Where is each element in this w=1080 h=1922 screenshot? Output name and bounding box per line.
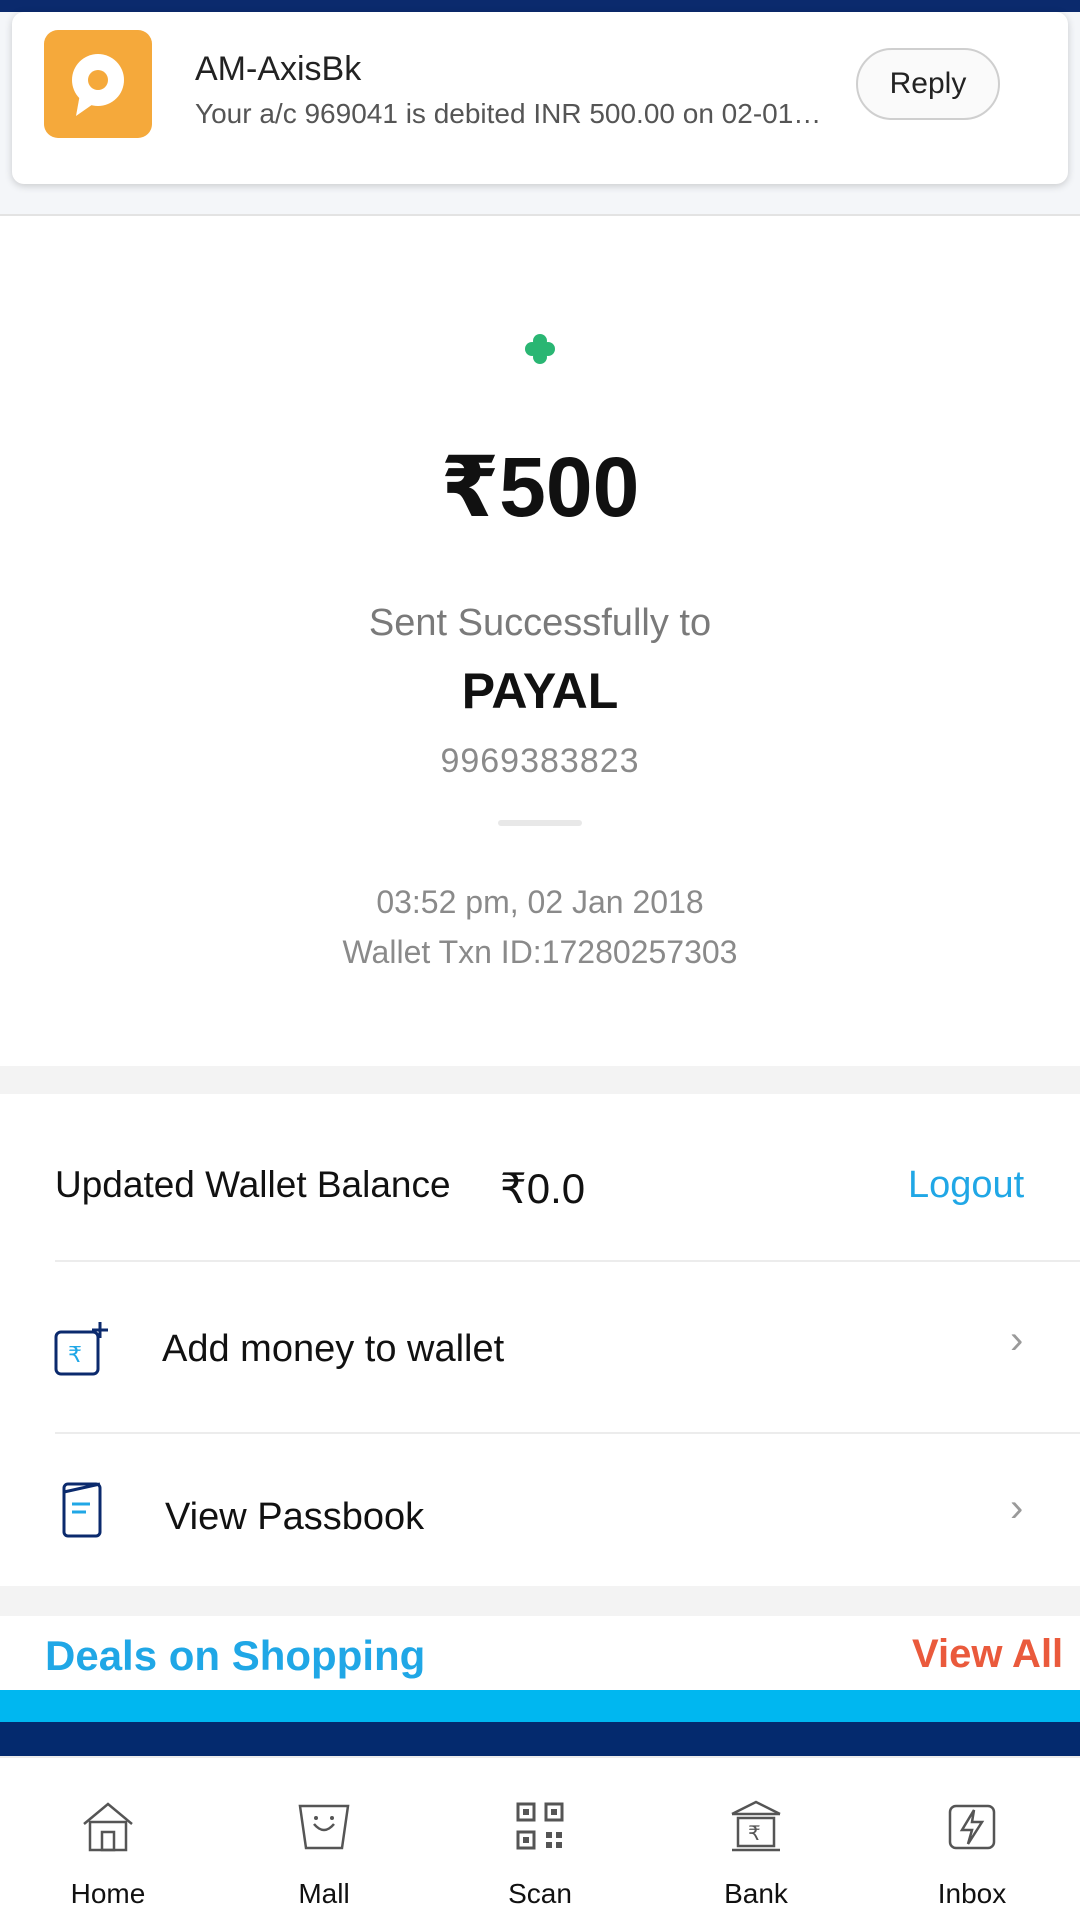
add-money-label: Add money to wallet: [162, 1328, 505, 1370]
nav-home[interactable]: Home: [0, 1756, 216, 1920]
notification-sender: AM-AxisBk: [195, 50, 362, 88]
wallet-txn-id: Wallet Txn ID:17280257303: [342, 934, 738, 970]
home-icon: [80, 1798, 136, 1854]
nav-bank[interactable]: ₹ Bank: [648, 1756, 864, 1920]
bank-icon: ₹: [728, 1798, 784, 1854]
wallet-balance-label: Updated Wallet Balance: [55, 1164, 451, 1205]
recipient-name: PAYAL: [461, 663, 619, 719]
add-money-row[interactable]: ₹ Add money to wallet ›: [0, 1262, 1080, 1432]
inbox-bolt-icon: [944, 1798, 1000, 1854]
section-gap: [0, 1066, 1080, 1094]
transaction-datetime: 03:52 pm, 02 Jan 2018: [376, 884, 704, 920]
view-all-link[interactable]: View All: [912, 1632, 1063, 1677]
view-passbook-label: View Passbook: [165, 1496, 425, 1538]
nav-inbox-label: Inbox: [937, 1878, 1007, 1909]
status-bar: [0, 0, 1080, 12]
nav-mall-label: Mall: [298, 1878, 350, 1909]
nav-bank-label: Bank: [724, 1878, 788, 1909]
divider: [498, 820, 582, 826]
message-bubble-icon: [44, 30, 152, 138]
qr-scan-icon: [512, 1798, 568, 1854]
status-text: Sent Successfully to: [368, 602, 712, 644]
wallet-balance-value: ₹0.0: [500, 1165, 586, 1212]
nav-mall[interactable]: Mall: [216, 1756, 432, 1920]
deals-title: Deals on Shopping: [45, 1632, 426, 1679]
header-divider: [0, 214, 1080, 216]
mall-bag-icon: [296, 1798, 352, 1854]
reply-button[interactable]: Reply: [856, 48, 1000, 120]
notification-message: Your a/c 969041 is debited INR 500.00 on…: [195, 98, 822, 129]
recipient-phone: 9969383823: [440, 742, 640, 780]
svg-text:₹: ₹: [68, 1343, 82, 1368]
success-flower-icon: [524, 333, 556, 365]
chevron-right-icon: ›: [1010, 1318, 1024, 1362]
section-gap: [0, 1586, 1080, 1616]
chevron-right-icon: ›: [1010, 1486, 1024, 1530]
nav-home-label: Home: [70, 1878, 146, 1909]
transaction-amount: ₹500: [440, 440, 640, 534]
nav-scan[interactable]: Scan: [432, 1756, 648, 1920]
logout-link[interactable]: Logout: [908, 1164, 1024, 1207]
deals-banner-band: [0, 1722, 1080, 1756]
add-money-icon: ₹: [52, 1320, 112, 1380]
view-passbook-row[interactable]: View Passbook ›: [0, 1434, 1080, 1586]
deals-banner[interactable]: [0, 1690, 1080, 1722]
passbook-icon: [56, 1480, 116, 1540]
nav-inbox[interactable]: Inbox: [864, 1756, 1080, 1920]
nav-scan-label: Scan: [508, 1878, 572, 1909]
svg-text:₹: ₹: [748, 1821, 761, 1845]
